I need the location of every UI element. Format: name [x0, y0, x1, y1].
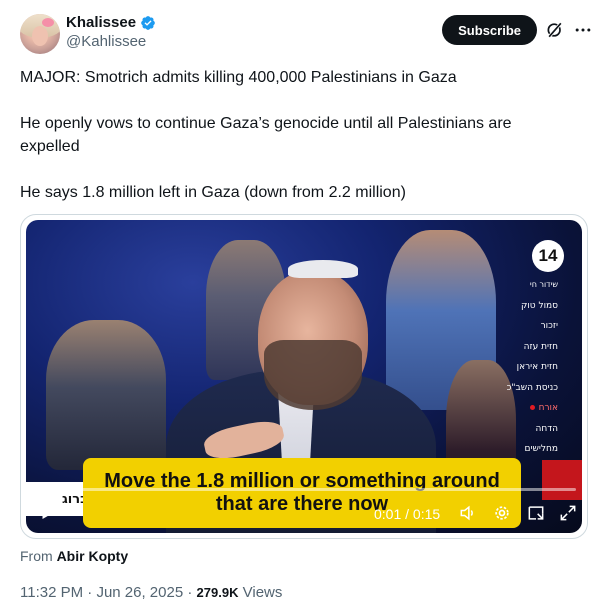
live-dot-icon — [529, 405, 535, 410]
author-names: Khalissee @Kahlissee — [66, 14, 156, 50]
background-person — [46, 320, 166, 470]
play-icon[interactable] — [38, 504, 56, 522]
views-label: Views — [242, 584, 283, 601]
grok-icon[interactable] — [545, 20, 565, 40]
meta-separator: · — [187, 584, 193, 601]
tweet-line-2: He openly vows to continue Gaza’s genoci… — [20, 115, 512, 155]
channel-menu-item: יזכור — [540, 321, 558, 331]
video-controls: 0:01 / 0:15 — [26, 498, 582, 528]
channel-menu-item: כניסת השב"כ — [506, 382, 558, 393]
tweet-meta: 11:32 PM · Jun 26, 2025 · 279.9K Views — [20, 584, 282, 601]
channel-menu-item: הדחה — [535, 423, 558, 434]
volume-icon[interactable] — [458, 503, 478, 523]
video-player[interactable]: 14 שידור חי סמול טוק יזכור חזית עזה חזית… — [26, 220, 582, 533]
tweet-line-1: MAJOR: Smotrich admits killing 400,000 P… — [20, 69, 457, 86]
ticker-red-panel — [542, 460, 582, 500]
source-name[interactable]: Abir Kopty — [57, 548, 129, 564]
channel-menu-item: חזית איראן — [516, 362, 558, 372]
settings-icon[interactable] — [492, 503, 512, 523]
source-label: From — [20, 548, 53, 564]
avatar[interactable] — [20, 14, 60, 54]
fullscreen-icon[interactable] — [558, 503, 578, 523]
more-icon[interactable] — [573, 20, 593, 40]
kippah — [288, 260, 358, 278]
video-time: 0:01 / 0:15 — [374, 506, 441, 522]
channel-menu: שידור חי סמול טוק יזכור חזית עזה חזית אי… — [507, 275, 558, 460]
video-progress-bar[interactable] — [36, 488, 576, 491]
media-source: From Abir Kopty — [20, 548, 128, 564]
channel-menu-item: חזית עזה — [523, 341, 558, 352]
picture-in-picture-icon[interactable] — [526, 503, 546, 523]
subscribe-button[interactable]: Subscribe — [442, 15, 537, 45]
tweet-time[interactable]: 11:32 PM — [20, 584, 83, 601]
channel-logo: 14 — [532, 240, 564, 272]
tweet-text: MAJOR: Smotrich admits killing 400,000 P… — [20, 66, 560, 204]
tweet-date[interactable]: Jun 26, 2025 — [96, 584, 183, 601]
media-container: 14 שידור חי סמול טוק יזכור חזית עזה חזית… — [20, 214, 588, 539]
verified-badge-icon — [141, 15, 155, 30]
speaker-beard — [264, 340, 362, 410]
handle[interactable]: @Kahlissee — [66, 33, 156, 50]
channel-menu-item: מחלישים — [524, 444, 558, 454]
tweet-header: Khalissee @Kahlissee Subscribe — [20, 12, 595, 56]
video-progress-fill — [36, 488, 73, 491]
channel-menu-item-active-label: אורח — [538, 403, 558, 413]
channel-menu-item-active: אורח — [507, 398, 558, 419]
views-count: 279.9K — [196, 585, 239, 600]
channel-menu-item: סמול טוק — [520, 300, 558, 311]
channel-menu-item: שידור חי — [529, 280, 558, 289]
display-name[interactable]: Khalissee — [66, 14, 136, 31]
meta-separator: · — [87, 584, 93, 601]
tweet-line-3: He says 1.8 million left in Gaza (down f… — [20, 184, 406, 201]
